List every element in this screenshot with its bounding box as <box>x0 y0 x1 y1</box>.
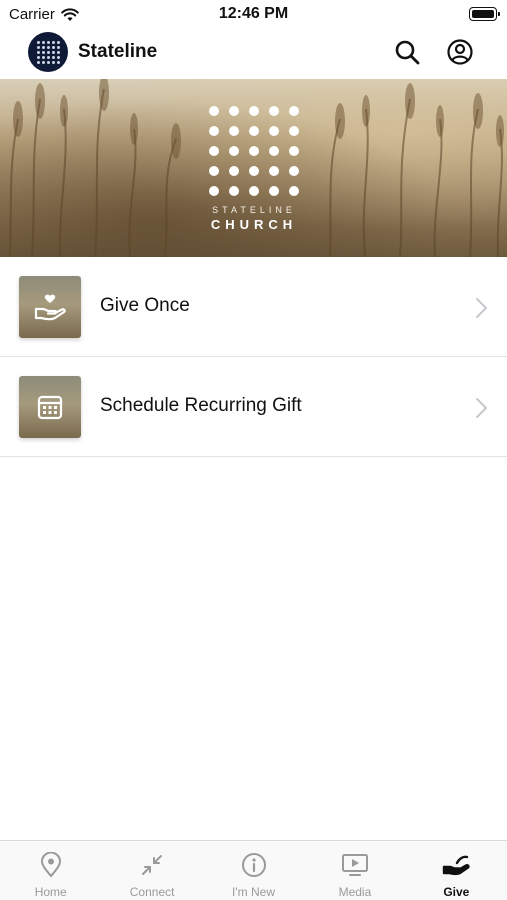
church-banner: STATELINE CHURCH <box>0 79 507 257</box>
tab-connect[interactable]: Connect <box>101 841 202 900</box>
give-once-label: Give Once <box>100 295 190 316</box>
search-icon <box>395 40 420 65</box>
hand-heart-icon <box>34 294 66 321</box>
schedule-recurring-gift-label: Schedule Recurring Gift <box>100 395 302 416</box>
banner-title: CHURCH <box>210 217 298 232</box>
tab-give[interactable]: Give <box>406 841 507 900</box>
tab-home-label: Home <box>34 885 67 899</box>
arrows-in-icon <box>138 851 166 879</box>
stateline-church-logo[interactable] <box>28 32 68 72</box>
location-pin-icon <box>37 851 65 879</box>
status-bar: Carrier 12:46 PM <box>0 0 507 28</box>
status-time: 12:46 PM <box>218 5 289 22</box>
profile-button[interactable] <box>445 37 475 67</box>
recurring-gift-thumbnail <box>19 376 81 438</box>
app-header: Stateline <box>0 28 507 78</box>
user-circle-icon <box>447 39 473 65</box>
battery-icon <box>469 7 500 21</box>
logo-dots <box>36 40 60 64</box>
tab-media-label: Media <box>338 885 372 899</box>
tab-im-new-label: I'm New <box>232 885 275 899</box>
app-title: Stateline <box>78 41 158 62</box>
tab-home[interactable]: Home <box>0 841 101 900</box>
search-button[interactable] <box>392 37 422 67</box>
chevron-right-icon <box>476 298 487 318</box>
info-circle-icon <box>240 851 268 879</box>
schedule-recurring-gift-item[interactable]: Schedule Recurring Gift <box>0 357 507 457</box>
banner-subtitle: STATELINE <box>212 205 296 215</box>
tab-im-new[interactable]: I'm New <box>203 841 304 900</box>
church-logo-dots <box>209 106 299 196</box>
calendar-icon <box>37 395 63 420</box>
give-once-thumbnail <box>19 276 81 338</box>
tab-give-label: Give <box>443 885 470 899</box>
play-screen-icon <box>341 851 369 879</box>
give-once-item[interactable]: Give Once <box>0 257 507 357</box>
giving-hand-icon <box>442 851 470 879</box>
tab-media[interactable]: Media <box>304 841 405 900</box>
tab-bar: Home Connect I'm New Media Give <box>0 840 507 900</box>
chevron-right-icon <box>476 398 487 418</box>
tab-connect-label: Connect <box>129 885 175 899</box>
